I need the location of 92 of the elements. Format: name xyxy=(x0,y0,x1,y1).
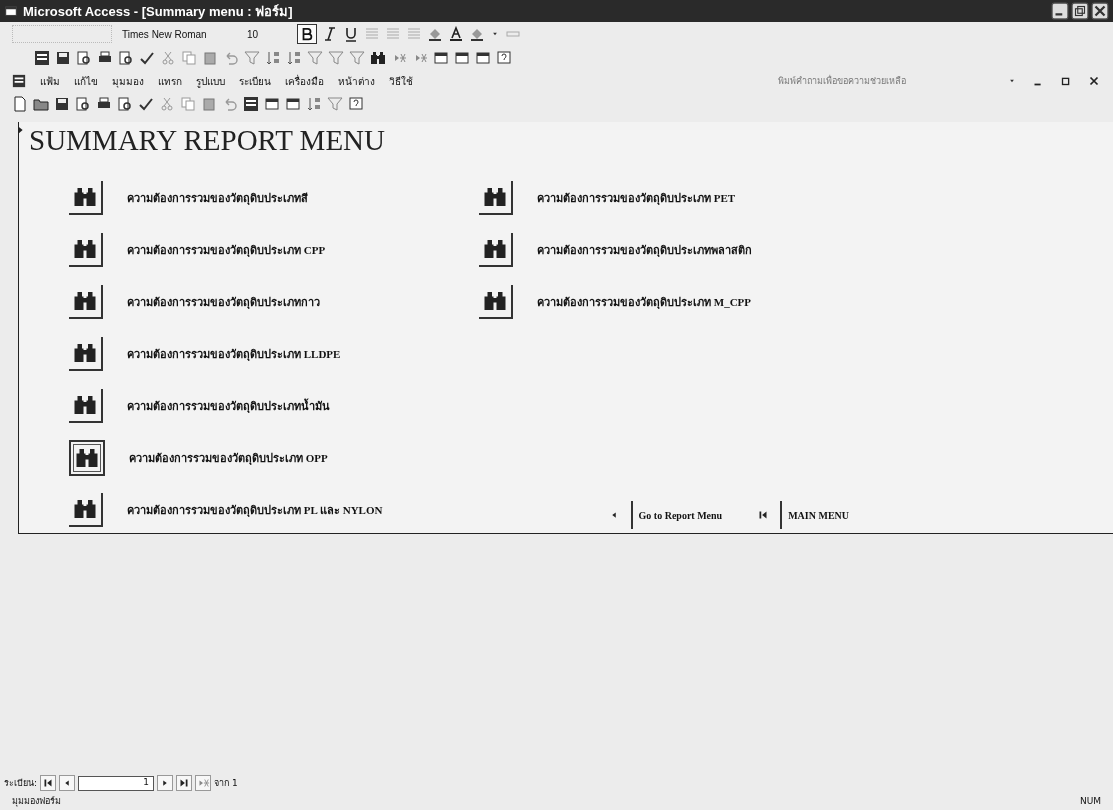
report-label: ความต้องการรวมของวัตถุดิบประเภทพลาสติก xyxy=(537,243,752,259)
menu-item[interactable]: แก้ไข xyxy=(74,73,98,89)
report-button[interactable] xyxy=(69,285,103,319)
properties-icon[interactable] xyxy=(433,50,449,66)
fill-color-icon[interactable] xyxy=(427,26,443,42)
binoculars-icon xyxy=(73,185,97,209)
new-object-icon[interactable] xyxy=(264,96,280,112)
menu-item[interactable]: แทรก xyxy=(158,73,182,89)
new-icon[interactable] xyxy=(12,96,28,112)
nav-label: Go to Report Menu xyxy=(637,509,724,521)
paste-icon[interactable] xyxy=(202,50,218,66)
nav-label: MAIN MENU xyxy=(787,509,850,521)
help-search-field[interactable]: พิมพ์คำถามเพื่อขอความช่วยเหลือ xyxy=(778,72,993,90)
binoculars-icon xyxy=(75,446,99,470)
view-icon[interactable] xyxy=(243,96,259,112)
report-label: ความต้องการรวมของวัตถุดิบประเภทกาว xyxy=(127,295,320,311)
last-record-icon[interactable] xyxy=(176,775,193,791)
close-icon[interactable] xyxy=(1091,2,1109,20)
report-button[interactable] xyxy=(479,233,513,267)
form-icon xyxy=(12,74,26,88)
bold-icon xyxy=(300,27,314,41)
record-total: จาก 1 xyxy=(214,777,238,790)
sort-descending-icon[interactable] xyxy=(286,50,302,66)
menu-item[interactable]: ระเบียน xyxy=(239,73,271,89)
previous-record-icon[interactable] xyxy=(59,775,76,791)
report-button[interactable] xyxy=(69,440,105,476)
underline-icon[interactable] xyxy=(343,26,359,42)
record-number-field[interactable]: 1 xyxy=(78,775,155,791)
design-view-icon[interactable] xyxy=(34,50,50,66)
font-color-icon[interactable] xyxy=(448,26,464,42)
report-button[interactable] xyxy=(69,337,103,371)
binoculars-icon xyxy=(73,393,97,417)
search-file-icon[interactable] xyxy=(76,50,92,66)
binoculars-icon xyxy=(483,185,507,209)
status-text: มุมมองฟอร์ม xyxy=(12,795,61,808)
report-label: ความต้องการรวมของวัตถุดิบประเภท OPP xyxy=(129,451,328,467)
open-icon[interactable] xyxy=(33,96,49,112)
report-button[interactable] xyxy=(69,389,103,423)
report-label: ความต้องการรวมของวัตถุดิบประเภท LLDPE xyxy=(127,347,341,363)
print-preview-icon[interactable] xyxy=(118,50,134,66)
record-label: ระเบียน: xyxy=(4,777,38,790)
report-button[interactable] xyxy=(69,493,103,527)
search-file-icon[interactable] xyxy=(75,96,91,112)
form-title: SUMMARY REPORT MENU xyxy=(29,124,386,157)
properties-icon[interactable] xyxy=(285,96,301,112)
menu-item[interactable]: เครื่องมือ xyxy=(285,73,324,89)
first-record-icon[interactable] xyxy=(40,775,57,791)
save-icon[interactable] xyxy=(55,50,71,66)
sort-ascending-icon[interactable] xyxy=(265,50,281,66)
binoculars-icon xyxy=(73,237,97,261)
report-label: ความต้องการรวมของวัตถุดิบประเภทน้ำมัน xyxy=(127,397,330,415)
paste-icon[interactable] xyxy=(201,96,217,112)
database-window-icon[interactable] xyxy=(454,50,470,66)
menu-item[interactable]: หน้าต่าง xyxy=(338,73,375,89)
print-preview-icon[interactable] xyxy=(117,96,133,112)
line-color-icon[interactable] xyxy=(469,26,485,42)
restore-icon[interactable] xyxy=(1071,2,1089,20)
next-record-icon[interactable] xyxy=(157,775,174,791)
binoculars-icon xyxy=(73,497,97,521)
report-button[interactable] xyxy=(479,285,513,319)
report-label: ความต้องการรวมของวัตถุดิบประเภทสี xyxy=(127,191,308,207)
window-title: Microsoft Access - [Summary menu : ฟอร์ม] xyxy=(23,2,293,21)
size-combo[interactable]: 10 xyxy=(242,25,292,43)
menu-item[interactable]: รูปแบบ xyxy=(196,73,225,89)
binoculars-icon xyxy=(483,289,507,313)
binoculars-icon xyxy=(73,341,97,365)
binoculars-icon xyxy=(483,237,507,261)
binoculars-icon xyxy=(73,289,97,313)
italic-icon[interactable] xyxy=(322,26,338,42)
new-object-icon[interactable] xyxy=(475,50,491,66)
spelling-icon[interactable] xyxy=(138,96,154,112)
menu-item[interactable]: แฟ้ม xyxy=(40,73,60,89)
save-icon[interactable] xyxy=(54,96,70,112)
menu-item[interactable]: วิธีใช้ xyxy=(389,73,413,89)
bold-button[interactable] xyxy=(297,24,317,44)
report-button[interactable] xyxy=(479,181,513,215)
report-label: ความต้องการรวมของวัตถุดิบประเภท PL และ NYLON xyxy=(127,503,383,519)
report-button[interactable] xyxy=(69,181,103,215)
report-button[interactable] xyxy=(69,233,103,267)
report-label: ความต้องการรวมของวัตถุดิบประเภท PET xyxy=(537,191,736,207)
close-icon[interactable] xyxy=(1087,74,1101,88)
report-label: ความต้องการรวมของวัตถุดิบประเภท M_CPP xyxy=(537,295,751,311)
spelling-icon[interactable] xyxy=(139,50,155,66)
report-label: ความต้องการรวมของวัตถุดิบประเภท CPP xyxy=(127,243,326,259)
form-icon xyxy=(4,4,18,18)
menu-item[interactable]: มุมมอง xyxy=(112,73,144,89)
help-icon[interactable] xyxy=(348,96,364,112)
help-icon[interactable] xyxy=(496,50,512,66)
minimize-icon[interactable] xyxy=(1051,2,1069,20)
font-combo[interactable]: Times New Roman xyxy=(117,25,237,43)
find-icon[interactable] xyxy=(370,50,386,66)
num-indicator: NUM xyxy=(1079,796,1101,806)
